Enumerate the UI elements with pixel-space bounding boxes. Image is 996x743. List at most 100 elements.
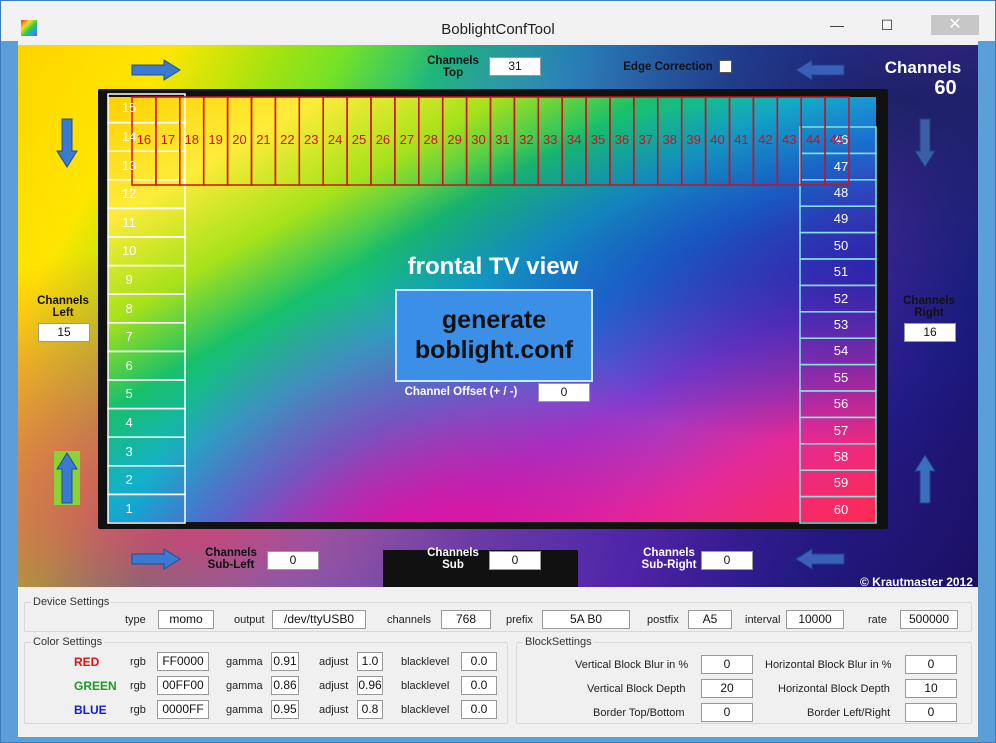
led-label-left: 8 [125, 300, 133, 316]
vertical-depth-label: Vertical Block Depth [587, 683, 686, 695]
total-channels-label: Channels [884, 58, 962, 77]
gamma-label: gamma [226, 656, 263, 668]
led-label-right: 50 [833, 237, 849, 253]
adjust-label: adjust [319, 656, 349, 668]
color-name-green: GREEN [74, 679, 117, 693]
generate-line2: boblight.conf [414, 336, 574, 364]
horizontal-depth-input[interactable]: 10 [905, 679, 957, 698]
generate-line1: generate [441, 306, 547, 334]
title-bar: BoblightConfTool — ☐ ✕ [1, 1, 995, 41]
type-label: type [125, 614, 146, 626]
led-label-left: 5 [125, 386, 133, 402]
gamma-input[interactable]: 0.95 [271, 700, 299, 719]
interval-label: interval [745, 614, 781, 626]
close-button[interactable]: ✕ [931, 15, 979, 35]
gamma-label: gamma [226, 680, 263, 692]
led-label-left: 6 [125, 357, 133, 373]
adjust-input[interactable]: 0.96 [357, 676, 383, 695]
channels-top-input[interactable]: 31 [489, 57, 541, 76]
channels-label: channels [387, 614, 432, 626]
blacklevel-input[interactable]: 0.0 [461, 676, 497, 695]
border-left-right-input[interactable]: 0 [905, 703, 957, 722]
rgb-input[interactable]: 0000FF [157, 700, 209, 719]
led-label-left: 4 [125, 414, 133, 430]
blacklevel-label: blacklevel [401, 704, 450, 716]
arrow-left-icon[interactable] [794, 548, 846, 570]
blacklevel-input[interactable]: 0.0 [461, 652, 497, 671]
arrow-right-icon[interactable] [130, 548, 182, 570]
color-name-red: RED [74, 655, 100, 669]
led-label-left: 3 [125, 443, 133, 459]
blacklevel-input[interactable]: 0.0 [461, 700, 497, 719]
tv-view-caption: frontal TV view [407, 253, 579, 280]
prefix-input[interactable]: 5A B0 [542, 610, 630, 629]
adjust-input[interactable]: 0.8 [357, 700, 383, 719]
led-label-right: 57 [833, 422, 849, 438]
rgb-input[interactable]: 00FF00 [157, 676, 209, 695]
led-label-right: 47 [833, 158, 849, 174]
led-label-right: 59 [833, 475, 849, 491]
adjust-input[interactable]: 1.0 [357, 652, 383, 671]
led-label-right: 53 [833, 317, 849, 332]
gamma-input[interactable]: 0.91 [271, 652, 299, 671]
rate-input[interactable]: 500000 [900, 610, 958, 629]
led-label-left: 7 [125, 329, 133, 345]
channels-left-input[interactable]: 15 [38, 323, 90, 342]
sub-input[interactable]: 0 [489, 551, 541, 570]
channel-offset-input[interactable]: 0 [538, 383, 590, 402]
vertical-blur-label: Vertical Block Blur in % [575, 659, 689, 671]
arrow-down-icon[interactable] [56, 117, 78, 169]
arrow-up-active-icon[interactable] [54, 451, 80, 505]
generate-config-button[interactable]: generate boblight.conf [395, 289, 593, 382]
vertical-depth-input[interactable]: 20 [701, 679, 753, 698]
led-label-right: 51 [833, 264, 849, 280]
block-settings-group: BlockSettings Vertical Block Blur in % 0… [516, 636, 972, 724]
arrow-down-icon[interactable] [914, 117, 936, 169]
led-label-left: 1 [125, 500, 133, 516]
maximize-button[interactable]: ☐ [873, 15, 901, 35]
edge-correction-label: Edge Correction [623, 61, 713, 73]
rgb-label: rgb [130, 704, 146, 716]
channels-input[interactable]: 768 [441, 610, 491, 629]
blacklevel-label: blacklevel [401, 680, 450, 692]
prefix-label: prefix [506, 614, 533, 626]
app-window: BoblightConfTool — ☐ ✕ 1 2 3 4 5 6 7 8 9 10 11 12 13… [0, 0, 996, 743]
color-settings-title: Color Settings [31, 636, 105, 648]
arrow-right-icon[interactable] [130, 59, 182, 81]
arrow-up-icon[interactable] [914, 453, 936, 505]
rgb-label: rgb [130, 656, 146, 668]
border-top-bottom-input[interactable]: 0 [701, 703, 753, 722]
color-name-blue: BLUE [74, 703, 107, 717]
led-label-left: 2 [125, 472, 133, 488]
type-input[interactable]: momo [158, 610, 214, 629]
channels-right-input[interactable]: 16 [904, 323, 956, 342]
minimize-button[interactable]: — [823, 15, 851, 35]
edge-correction-checkbox[interactable] [719, 60, 732, 73]
adjust-label: adjust [319, 680, 349, 692]
horizontal-depth-label: Horizontal Block Depth [778, 683, 890, 695]
rate-label: rate [868, 614, 887, 626]
output-input[interactable]: /dev/ttyUSB0 [272, 610, 366, 629]
adjust-label: adjust [319, 704, 349, 716]
sub-left-input[interactable]: 0 [267, 551, 319, 570]
led-label-right: 52 [833, 290, 849, 306]
led-label-right: 58 [833, 449, 849, 464]
led-label-right: 48 [833, 185, 849, 200]
device-settings-title: Device Settings [31, 596, 112, 608]
horizontal-blur-input[interactable]: 0 [905, 655, 957, 674]
sub-right-input[interactable]: 0 [701, 551, 753, 570]
gamma-input[interactable]: 0.86 [271, 676, 299, 695]
postfix-input[interactable]: A5 [688, 610, 732, 629]
tv-scene-background: 1 2 3 4 5 6 7 8 9 10 11 12 13 14 15 46 47 48 49 50 51 52 53 54 5… [18, 45, 978, 587]
led-label-left: 15 [121, 100, 137, 116]
rgb-input[interactable]: FF0000 [157, 652, 209, 671]
vertical-blur-input[interactable]: 0 [701, 655, 753, 674]
interval-input[interactable]: 10000 [786, 610, 844, 629]
arrow-left-icon[interactable] [794, 59, 846, 81]
horizontal-blur-label: Horizontal Block Blur in % [765, 659, 892, 671]
rgb-label: rgb [130, 680, 146, 692]
gamma-label: gamma [226, 704, 263, 716]
led-label-left: 13 [121, 157, 137, 173]
led-label-left: 12 [121, 186, 137, 202]
led-label-top: 45 [829, 132, 845, 147]
